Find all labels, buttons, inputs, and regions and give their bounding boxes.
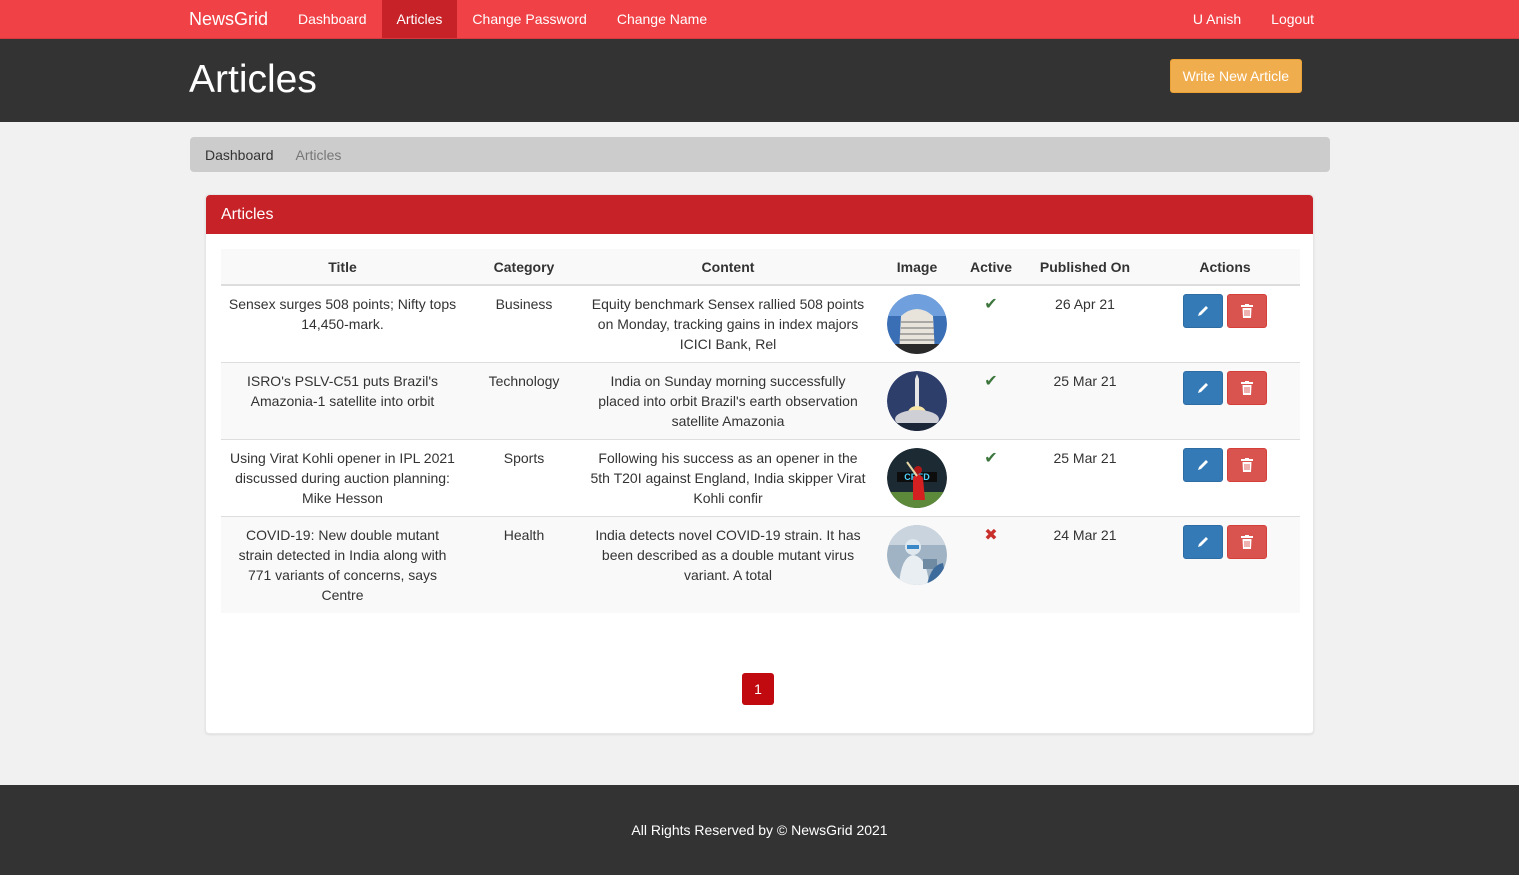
pencil-icon [1198,537,1208,547]
brand-logo-link[interactable]: NewsGrid [189,0,283,38]
column-header-active: Active [962,249,1020,286]
article-content: Equity benchmark Sensex rallied 508 poin… [584,285,872,363]
column-header-category: Category [464,249,584,286]
edit-article-button[interactable] [1183,371,1223,405]
article-content: Following his success as an opener in th… [584,439,872,517]
articles-panel: Articles Title Category Content Image Ac… [205,194,1314,734]
table-row: Sensex surges 508 points; Nifty tops 14,… [221,285,1300,363]
table-row: Using Virat Kohli opener in IPL 2021 dis… [221,439,1300,517]
table-header-row: Title Category Content Image Active Publ… [221,249,1300,286]
footer: All Rights Reserved by © NewsGrid 2021 [0,785,1519,875]
write-new-article-button[interactable]: Write New Article [1169,59,1302,93]
published-date: 25 Mar 21 [1020,362,1150,440]
article-content: India on Sunday morning successfully pla… [584,362,872,440]
inactive-cross-icon: ✖ [984,527,998,544]
article-title: ISRO's PSLV-C51 puts Brazil's Amazonia-1… [221,362,464,440]
trash-icon [1241,381,1253,395]
article-category: Sports [464,439,584,517]
nav-link-dashboard[interactable]: Dashboard [283,0,382,38]
nav-user-name[interactable]: U Anish [1178,0,1256,38]
article-category: Health [464,516,584,613]
article-category: Business [464,285,584,363]
pencil-icon [1198,383,1208,393]
rocket-launch-thumbnail [887,371,947,431]
edit-article-button[interactable] [1183,525,1223,559]
breadcrumb-current: Articles [295,146,342,163]
edit-article-button[interactable] [1183,294,1223,328]
footer-copyright: All Rights Reserved by © NewsGrid 2021 [631,822,888,838]
page-header: Articles Write New Article [0,39,1519,122]
lab-worker-thumbnail [887,525,947,585]
article-category: Technology [464,362,584,440]
top-navbar: NewsGrid Dashboard Articles Change Passw… [0,0,1519,39]
column-header-title: Title [221,249,464,286]
page-button-current[interactable]: 1 [742,673,774,705]
panel-heading: Articles [206,195,1313,234]
stock-exchange-thumbnail [887,294,947,354]
delete-article-button[interactable] [1227,371,1267,405]
pagination: 1 [742,673,774,705]
nav-link-change-name[interactable]: Change Name [602,0,722,38]
table-row: ISRO's PSLV-C51 puts Brazil's Amazonia-1… [221,362,1300,440]
trash-icon [1241,458,1253,472]
pencil-icon [1198,306,1208,316]
nav-logout-link[interactable]: Logout [1256,0,1329,38]
article-title: COVID-19: New double mutant strain detec… [221,516,464,613]
nav-link-change-password[interactable]: Change Password [457,0,601,38]
breadcrumb-dashboard[interactable]: Dashboard [205,147,274,163]
published-date: 24 Mar 21 [1020,516,1150,613]
delete-article-button[interactable] [1227,448,1267,482]
article-content: India detects novel COVID-19 strain. It … [584,516,872,613]
delete-article-button[interactable] [1227,294,1267,328]
column-header-content: Content [584,249,872,286]
active-check-icon: ✔ [984,373,998,390]
articles-table: Title Category Content Image Active Publ… [221,249,1300,613]
column-header-published: Published On [1020,249,1150,286]
published-date: 25 Mar 21 [1020,439,1150,517]
breadcrumb: Dashboard Articles [190,137,1330,172]
nav-link-articles[interactable]: Articles [381,0,458,38]
cricket-player-thumbnail: CRED [887,448,947,508]
active-check-icon: ✔ [984,450,998,467]
active-check-icon: ✔ [984,296,998,313]
trash-icon [1241,535,1253,549]
edit-article-button[interactable] [1183,448,1223,482]
column-header-image: Image [872,249,962,286]
article-title: Using Virat Kohli opener in IPL 2021 dis… [221,439,464,517]
trash-icon [1241,304,1253,318]
column-header-actions: Actions [1150,249,1300,286]
page-title: Articles [189,58,317,101]
table-row: COVID-19: New double mutant strain detec… [221,516,1300,613]
article-title: Sensex surges 508 points; Nifty tops 14,… [221,285,464,363]
pencil-icon [1198,460,1208,470]
published-date: 26 Apr 21 [1020,285,1150,363]
delete-article-button[interactable] [1227,525,1267,559]
